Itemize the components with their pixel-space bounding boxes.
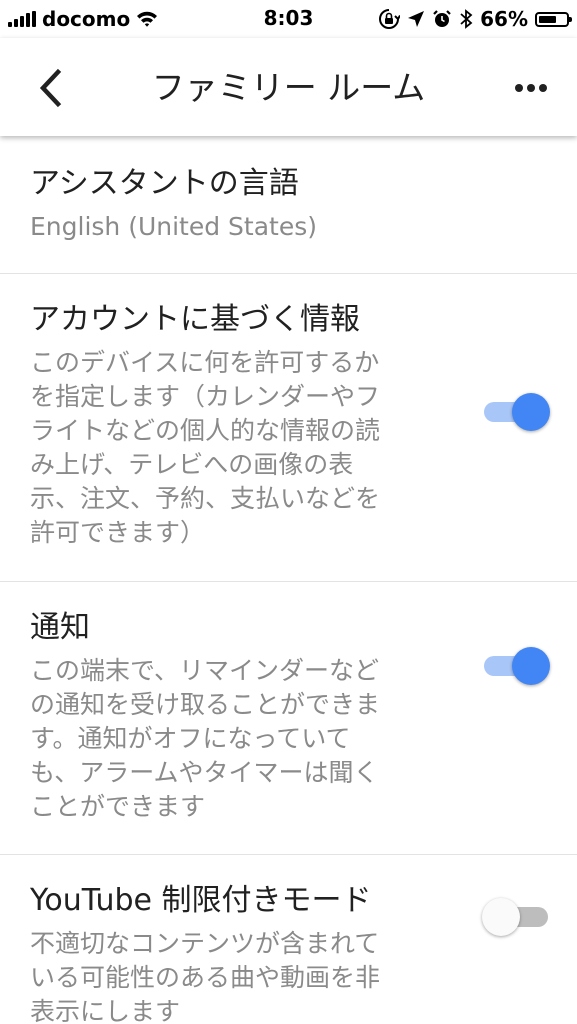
setting-description: この端末で、リマインダーなど の通知を受け取ることができま す。通知がオフになっ… (30, 656, 381, 821)
status-bar: docomo 8:03 66% (0, 0, 577, 38)
setting-youtube-restricted-mode: YouTube 制限付きモード 不適切なコンテンツが含まれて いる可能性のある曲… (0, 855, 577, 1024)
status-bar-right: 66% (378, 6, 572, 32)
language-value: English (United States) (30, 212, 318, 241)
battery-icon (535, 11, 572, 27)
page-title: ファミリー ルーム (151, 68, 426, 107)
setting-description: 不適切なコンテンツが含まれて いる可能性のある曲や動画を非 表示にします (30, 929, 381, 1024)
toggle-thumb (482, 898, 520, 936)
location-icon (407, 10, 425, 28)
account-info-toggle[interactable] (484, 392, 550, 432)
toggle-thumb (512, 393, 550, 431)
screen: docomo 8:03 66% ファミリー ルーム アシスタントの言語 Engl… (0, 0, 577, 1024)
youtube-restricted-toggle[interactable] (482, 897, 548, 937)
setting-title: アカウントに基づく情報 (30, 302, 360, 337)
battery-percent: 66% (480, 7, 528, 31)
alarm-icon (432, 9, 452, 29)
setting-title: 通知 (30, 610, 90, 645)
more-horizontal-icon (515, 84, 547, 92)
notifications-toggle[interactable] (484, 646, 550, 686)
back-button[interactable] (26, 64, 74, 112)
app-bar: ファミリー ルーム (0, 38, 577, 136)
setting-account-info: アカウントに基づく情報 このデバイスに何を許可するか を指定します（カレンダーや… (0, 274, 577, 582)
rotation-lock-icon (378, 8, 401, 30)
setting-notifications: 通知 この端末で、リマインダーなど の通知を受け取ることができま す。通知がオフ… (0, 582, 577, 855)
chevron-left-icon (39, 68, 62, 108)
setting-title: アシスタントの言語 (30, 166, 299, 201)
bluetooth-icon (459, 8, 473, 30)
more-options-button[interactable] (507, 64, 555, 112)
settings-list: アシスタントの言語 English (United States) アカウントに… (0, 136, 577, 1024)
battery-level-fill (539, 15, 556, 23)
setting-description: このデバイスに何を許可するか を指定します（カレンダーやフ ライトなどの個人的な… (30, 348, 381, 547)
setting-assistant-language[interactable]: アシスタントの言語 English (United States) (0, 136, 577, 274)
toggle-thumb (512, 647, 550, 685)
